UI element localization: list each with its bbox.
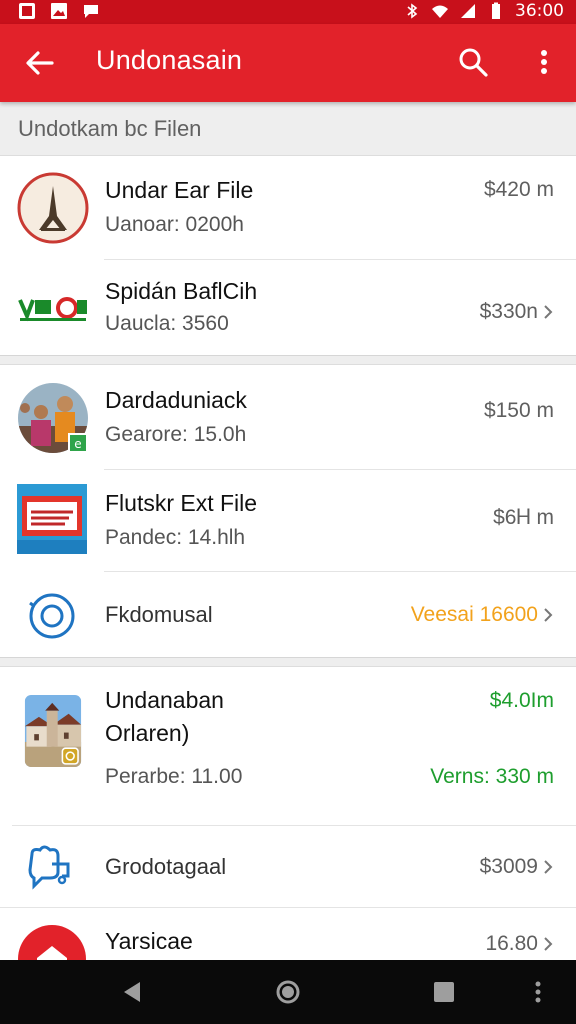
list-item[interactable]: Undanaban Orlaren) Perarbe: 11.00 $4.0Im… [0, 667, 576, 825]
list-item-title: Yarsicae [105, 928, 193, 954]
building-photo-avatar [24, 695, 82, 767]
list-item-title: Fkdomusal [105, 602, 213, 627]
list-item[interactable]: Grodotagaal $3009 [0, 826, 576, 907]
list-item-value: $4.0Im [489, 689, 554, 712]
list-item-subtitle: Perarbe: 11.00 [105, 765, 243, 788]
gallery-notification-icon [19, 3, 35, 19]
search-icon[interactable] [456, 45, 490, 79]
more-options-icon[interactable] [532, 45, 556, 79]
list-item-value-secondary: Verns: 330 m [430, 765, 554, 788]
camera-lens-icon [29, 593, 75, 639]
list-item-title: Dardaduniack [105, 387, 247, 413]
list-item-title: Undanaban [105, 687, 224, 713]
list-item-subtitle: Uaucla: 3560 [105, 312, 229, 335]
system-nav-bar [0, 960, 576, 1024]
list-item[interactable]: Yarsicae 16.80 [0, 908, 576, 967]
svg-text:e: e [74, 437, 81, 451]
wifi-icon [432, 5, 448, 18]
list-item-subtitle: Gearore: 15.0h [105, 423, 247, 446]
list-item[interactable]: Spidán BaflCih Uaucla: 3560 $330n [0, 260, 576, 357]
list-group-1: Undar Ear File Uanoar: 0200h $420 m Spid… [0, 155, 576, 356]
list-item-value: $330n [480, 300, 554, 324]
chevron-right-icon [544, 860, 553, 874]
list-item-title: Grodotagaal [105, 854, 227, 879]
vendor-logo-avatar [17, 292, 89, 324]
section-header-label: Undotkam bc Filen [18, 116, 202, 141]
battery-icon [492, 2, 500, 19]
list-item-value: $420 m [483, 178, 554, 201]
bluetooth-icon [407, 3, 418, 19]
signal-icon [461, 4, 475, 18]
list-item-title-line2: Orlaren) [105, 720, 190, 746]
list-item-value: $150 m [483, 399, 554, 422]
section-header: Undotkam bc Filen [0, 102, 576, 154]
back-arrow-icon[interactable] [22, 45, 58, 81]
people-photo-avatar: e [18, 383, 88, 453]
list-item-subtitle: Pandec: 14.hlh [105, 526, 246, 549]
chat-notification-icon [84, 5, 98, 18]
list-item-value: $6Ꮋ m [493, 506, 554, 529]
list-group-2: e Dardaduniack Gearore: 15.0h $150 m Flu… [0, 364, 576, 658]
list-item-title: Flutskr Ext File [105, 490, 258, 516]
list-item[interactable]: Flutskr Ext File Pandec: 14.hlh $6Ꮋ m [0, 470, 576, 571]
list-item[interactable]: e Dardaduniack Gearore: 15.0h $150 m [0, 365, 576, 469]
chevron-right-icon [544, 937, 553, 951]
list-item-title: Undar Ear File [105, 177, 254, 203]
page-title: Undonasain [96, 45, 243, 75]
list-item-value: $3009 [480, 855, 554, 879]
image-notification-icon [51, 3, 67, 19]
list-item[interactable]: Undar Ear File Uanoar: 0200h $420 m [0, 156, 576, 259]
eiffel-tower-avatar [17, 172, 89, 244]
puzzle-chat-icon [28, 845, 70, 890]
list-item-value: Veesai 16600 [411, 603, 554, 627]
chevron-right-icon [544, 608, 553, 622]
app-bar: Undonasain [0, 24, 576, 102]
nav-recents-icon[interactable] [430, 978, 458, 1006]
list-item-subtitle: Uanoar: 0200h [105, 213, 244, 236]
list-item-title: Spidán BaflCih [105, 278, 258, 304]
status-time: 36:00 [515, 1, 564, 21]
list-item-value: 16.80 [485, 932, 554, 956]
nav-more-icon[interactable] [524, 978, 552, 1006]
nav-back-icon[interactable] [118, 978, 146, 1006]
list-group-3: Undanaban Orlaren) Perarbe: 11.00 $4.0Im… [0, 666, 576, 967]
screen-sign-avatar [17, 484, 87, 554]
list-item[interactable]: Fkdomusal Veesai 16600 [0, 572, 576, 658]
status-bar: 36:00 [0, 0, 576, 24]
chevron-right-icon [544, 305, 553, 319]
nav-home-icon[interactable] [274, 978, 302, 1006]
